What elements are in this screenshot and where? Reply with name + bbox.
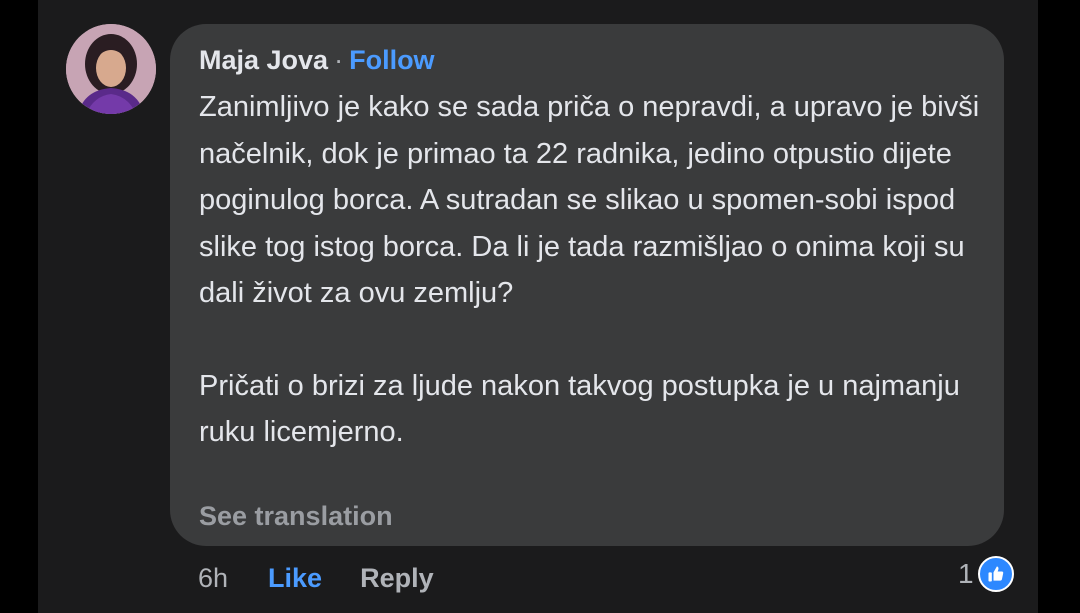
thumbs-up-icon (977, 556, 1014, 592)
timestamp[interactable]: 6h (198, 563, 228, 594)
avatar[interactable] (66, 24, 156, 114)
separator-dot: · (334, 45, 344, 75)
comment-header: Maja Jova · Follow (199, 42, 435, 78)
comment-screen: Maja Jova · Follow Zanimljivo je kako se s… (38, 0, 1038, 613)
comment-body: Zanimljivo je kako se sada priča o nepra… (199, 84, 989, 456)
comment-actions: 6h Like Reply (198, 558, 434, 598)
comment-bubble: Maja Jova · Follow Zanimljivo je kako se s… (170, 24, 1004, 546)
reply-button[interactable]: Reply (360, 563, 434, 594)
reaction-count: 1 (958, 558, 974, 589)
author-name[interactable]: Maja Jova (199, 45, 328, 75)
see-translation-link[interactable]: See translation (199, 498, 393, 534)
comment-paragraph: Zanimljivo je kako se sada priča o nepra… (199, 91, 980, 309)
like-button[interactable]: Like (268, 563, 322, 594)
follow-button[interactable]: Follow (349, 45, 434, 75)
avatar-image (66, 24, 156, 114)
reactions-summary[interactable]: 1 (958, 556, 1014, 592)
comment-paragraph: Pričati o brizi za ljude nakon takvog po… (199, 369, 960, 449)
